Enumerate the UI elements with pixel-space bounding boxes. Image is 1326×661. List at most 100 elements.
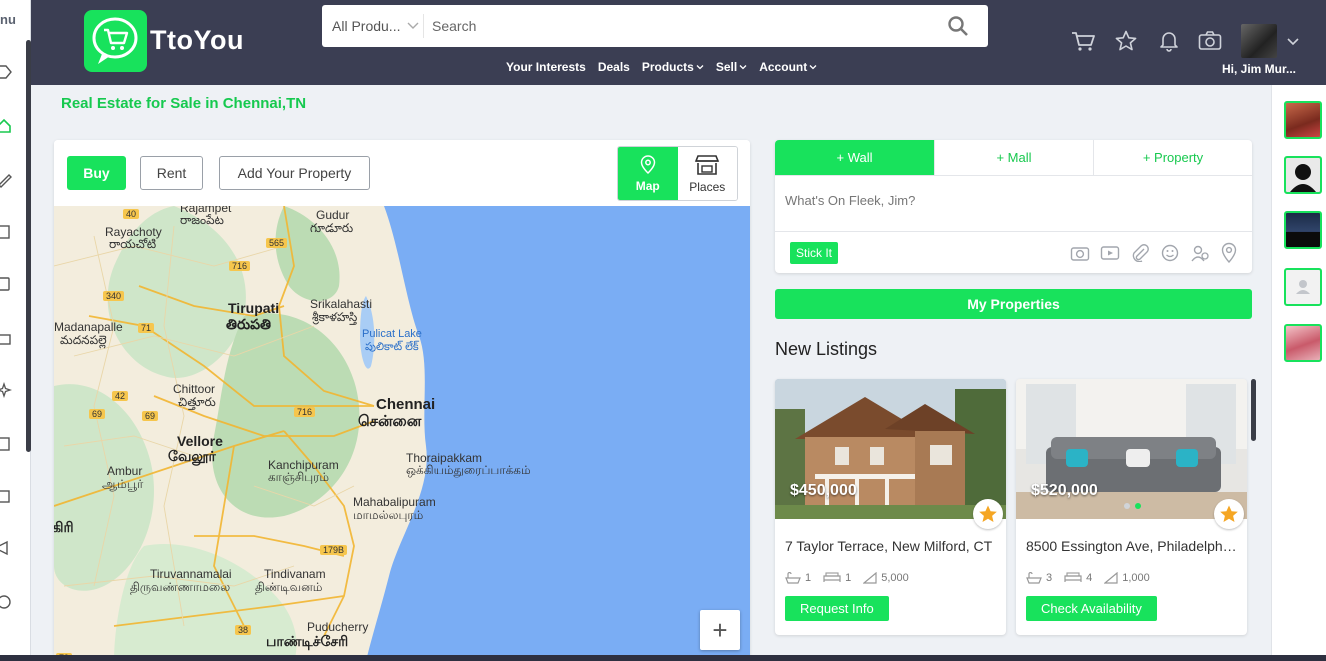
nav-your-interests[interactable]: Your Interests: [506, 60, 586, 74]
zoom-in-button[interactable]: +: [700, 610, 740, 650]
nav-label: Deals: [597, 60, 630, 74]
bathtub-icon: [785, 572, 801, 584]
search-bar: All Produ...: [322, 5, 988, 47]
favorite-button[interactable]: [973, 499, 1003, 529]
road-shield: 716: [294, 407, 316, 417]
star-icon: [979, 505, 997, 522]
sparkle-icon[interactable]: [0, 382, 12, 398]
road-shield: 71: [138, 323, 155, 333]
favorite-button[interactable]: [1214, 499, 1244, 529]
listing-address[interactable]: 8500 Essington Ave, Philadelphia, PA: [1026, 538, 1238, 554]
megaphone-icon[interactable]: [0, 540, 12, 556]
chevron-down-icon[interactable]: [407, 19, 419, 31]
tab-mall[interactable]: + Mall: [934, 140, 1093, 175]
place-label: ஆம்பூர்: [102, 477, 144, 491]
listing-address[interactable]: 7 Taylor Terrace, New Milford, CT: [785, 538, 997, 554]
place-label: மாமல்லபுரம்: [353, 508, 424, 522]
post-tabs: + Wall + Mall + Property: [775, 140, 1252, 176]
search-icon[interactable]: [947, 15, 969, 37]
nav-sell[interactable]: Sell: [716, 60, 747, 74]
post-input[interactable]: What's On Fleek, Jim?: [785, 193, 915, 208]
add-property-button[interactable]: Add Your Property: [219, 156, 370, 190]
new-listings-heading: New Listings: [775, 339, 878, 359]
nav-account[interactable]: Account: [759, 60, 817, 74]
chevron-down-icon: [739, 65, 747, 70]
listing-price: $520,000: [1031, 482, 1098, 499]
emoji-icon[interactable]: [1160, 244, 1180, 262]
location-pin-icon[interactable]: [1220, 242, 1238, 264]
nav-products[interactable]: Products: [642, 60, 704, 74]
bath-count: 1: [805, 572, 812, 584]
user-avatar[interactable]: [1241, 24, 1277, 58]
lake-label: Pulicat Lake: [362, 328, 422, 340]
my-properties-button[interactable]: My Properties: [775, 289, 1252, 319]
road-shield: 38: [235, 625, 252, 635]
people-icon[interactable]: [1190, 244, 1210, 262]
carousel-dots[interactable]: [1124, 503, 1141, 509]
contact-avatar[interactable]: [1284, 211, 1322, 249]
listing-card[interactable]: $520,000 8500 Essington Ave, Philadelphi…: [1016, 379, 1247, 635]
paperclip-icon[interactable]: [1130, 244, 1150, 262]
listing-card[interactable]: $450,000 7 Taylor Terrace, New Milford, …: [775, 379, 1006, 635]
storefront-icon: [695, 154, 720, 175]
map-pin-icon: [640, 154, 656, 174]
chart-icon[interactable]: [0, 436, 12, 452]
contact-avatar[interactable]: [1284, 101, 1322, 139]
nav-label: Account: [759, 60, 808, 74]
tab-wall[interactable]: + Wall: [775, 140, 934, 175]
place-label: கிரி: [54, 519, 74, 535]
request-info-button[interactable]: Request Info: [785, 596, 889, 621]
sidebar-scrollbar[interactable]: [26, 40, 31, 452]
bathtub-icon: [1026, 572, 1042, 584]
listings-scrollbar[interactable]: [1251, 379, 1256, 441]
map-view-label: Map: [635, 178, 660, 193]
pencil-icon[interactable]: [0, 172, 12, 188]
user-greeting[interactable]: Hi, Jim Mur...: [1222, 62, 1296, 76]
camera-icon[interactable]: [1070, 244, 1090, 262]
ruler-triangle-icon: [863, 572, 877, 584]
star-icon[interactable]: [1115, 30, 1137, 52]
document-icon[interactable]: [0, 224, 12, 240]
place-label: Vellore: [177, 433, 223, 449]
stick-it-button[interactable]: Stick It: [790, 242, 839, 264]
bath-count: 3: [1046, 572, 1053, 584]
default-user-icon: [1296, 280, 1310, 294]
place-label: Gudur: [316, 208, 350, 222]
place-label: Tirupati: [228, 300, 280, 316]
camera-icon[interactable]: [1198, 30, 1222, 52]
building-icon[interactable]: [0, 488, 12, 504]
nav-deals[interactable]: Deals: [598, 60, 630, 74]
cart-icon[interactable]: [1071, 30, 1095, 52]
search-input[interactable]: [432, 13, 932, 39]
map-toolbar: Buy Rent Add Your Property Map Places: [54, 140, 750, 206]
brand-name[interactable]: TtoYou: [150, 25, 244, 56]
map-panel: Buy Rent Add Your Property Map Places Ra…: [54, 140, 750, 661]
tag-icon[interactable]: [0, 64, 12, 80]
contact-avatar[interactable]: [1284, 268, 1322, 306]
tab-property[interactable]: + Property: [1093, 140, 1252, 175]
rent-button[interactable]: Rent: [140, 156, 203, 190]
search-divider: [423, 14, 424, 38]
buy-button[interactable]: Buy: [67, 156, 126, 190]
bell-icon[interactable]: [1159, 30, 1179, 52]
place-label: చిత్తూరు: [178, 395, 216, 409]
home-icon[interactable]: [0, 118, 12, 134]
check-availability-button[interactable]: Check Availability: [1026, 596, 1157, 621]
briefcase-icon[interactable]: [0, 330, 12, 346]
bed-icon: [823, 572, 841, 582]
logo-mark[interactable]: [84, 10, 147, 72]
contact-avatar[interactable]: [1284, 324, 1322, 362]
page-title: Real Estate for Sale in Chennai,TN: [61, 95, 307, 112]
map-canvas[interactable]: Rajampet రాజంపేట Gudur గూడూరు Rayachoty …: [54, 206, 750, 661]
sqft-value: 1,000: [1122, 572, 1150, 584]
places-view-button[interactable]: Places: [677, 147, 737, 200]
category-select[interactable]: All Produ...: [332, 18, 400, 34]
nav-label: Products: [641, 60, 694, 74]
contact-avatar[interactable]: [1284, 156, 1322, 194]
map-view-button[interactable]: Map: [618, 147, 678, 200]
target-icon[interactable]: [0, 594, 12, 610]
notebook-icon[interactable]: [0, 276, 12, 292]
place-label: Puducherry: [307, 620, 369, 634]
video-icon[interactable]: [1100, 244, 1120, 262]
chevron-down-icon[interactable]: [1287, 36, 1299, 46]
